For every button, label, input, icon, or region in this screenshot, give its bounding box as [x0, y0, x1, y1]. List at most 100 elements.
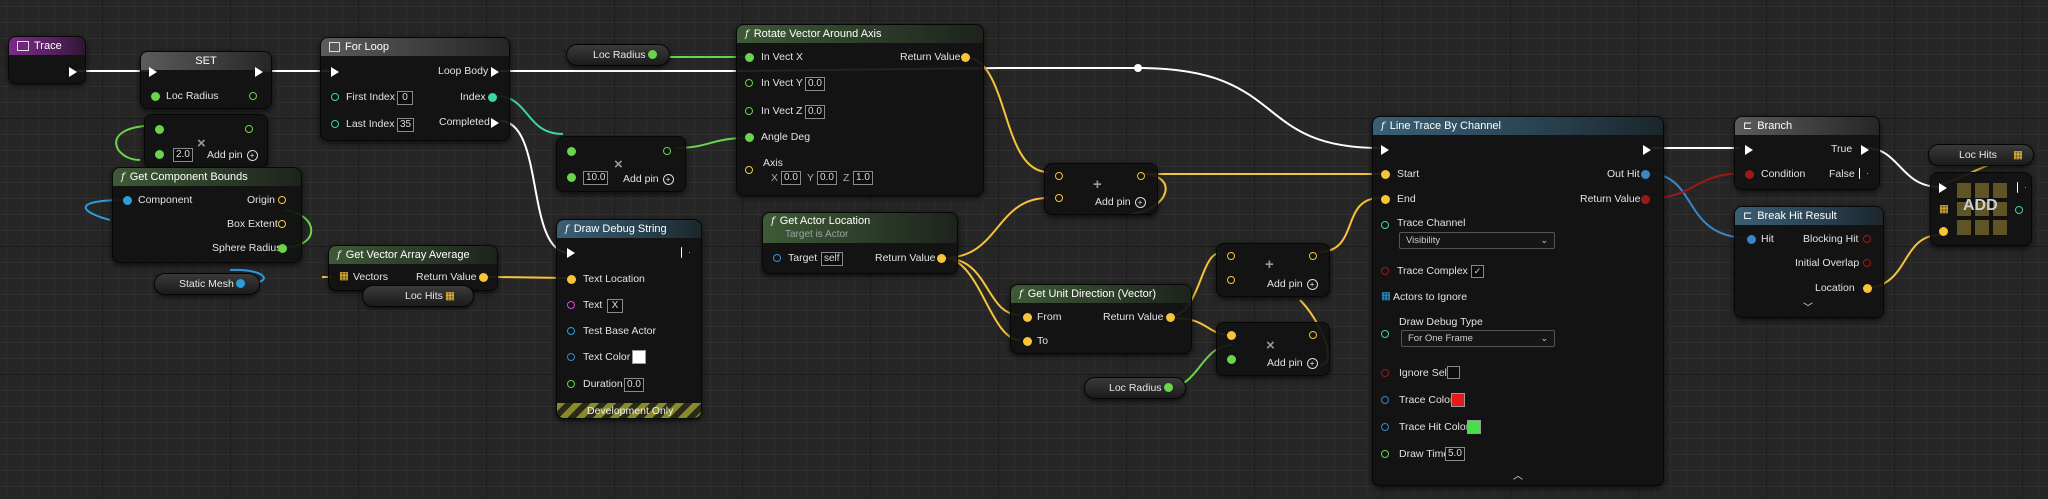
draw-debug-string-node[interactable]: f Draw Debug String Text Location Text X …: [556, 219, 702, 419]
multiply-in-a-pin[interactable]: [155, 125, 164, 134]
vector-average-out-pin[interactable]: [479, 273, 488, 282]
add2-out-pin[interactable]: [1309, 252, 1317, 260]
draw-debug-type-dropdown[interactable]: For One Frame ⌄: [1401, 330, 1555, 347]
axis-pin[interactable]: [745, 166, 753, 174]
loc-hits-var-node-2[interactable]: Loc Hits ▦: [1928, 144, 2034, 166]
add-vector-node-1[interactable]: + Add pin +: [1044, 163, 1158, 215]
in-vect-z-pin[interactable]: [745, 107, 753, 115]
expand-arrow-icon[interactable]: ﹀: [1803, 299, 1813, 314]
sphere-radius-out-pin[interactable]: [278, 244, 287, 253]
array-out-pin-2[interactable]: ▦: [2013, 149, 2023, 161]
end-in-pin[interactable]: [1381, 195, 1390, 204]
draw-time-pin[interactable]: [1381, 450, 1389, 458]
draw-time-field[interactable]: 5.0: [1445, 447, 1465, 461]
loop-body-out-pin[interactable]: [491, 67, 499, 77]
trace-channel-pin[interactable]: [1381, 221, 1389, 229]
first-index-in-pin[interactable]: [331, 93, 339, 101]
static-mesh-var-node[interactable]: Static Mesh: [154, 273, 260, 295]
initial-overlap-pin[interactable]: [1863, 259, 1871, 267]
set-exec-in-pin[interactable]: [149, 67, 157, 77]
in-vect-y-field[interactable]: 0.0: [805, 77, 825, 91]
trace-hit-color-swatch[interactable]: [1467, 420, 1481, 434]
last-index-in-pin[interactable]: [331, 120, 339, 128]
text-location-in-pin[interactable]: [567, 275, 576, 284]
add-pin-button[interactable]: Add pin +: [1267, 357, 1318, 369]
loc-radius-var-node-1[interactable]: Loc Radius: [566, 44, 670, 66]
multiply2-out-pin[interactable]: [663, 147, 671, 155]
first-index-field[interactable]: 0: [397, 91, 413, 105]
array-out-pin-1[interactable]: ▦: [445, 290, 455, 302]
axis-y-field[interactable]: 0.0: [817, 171, 837, 185]
add2-in-a-pin[interactable]: [1227, 252, 1235, 260]
add-pin-button[interactable]: Add pin +: [207, 149, 258, 161]
base-actor-in-pin[interactable]: [567, 327, 575, 335]
ignore-self-pin[interactable]: [1381, 369, 1389, 377]
line-trace-exec-out-pin[interactable]: [1643, 145, 1651, 155]
actors-ignore-array-pin[interactable]: ▦: [1381, 290, 1391, 302]
multiply2-value-field[interactable]: 10.0: [583, 171, 609, 185]
branch-node[interactable]: ⊏ Branch True Condition False: [1734, 116, 1880, 190]
rotate-return-pin[interactable]: [961, 53, 970, 62]
loc-radius-out-pin-1[interactable]: [648, 50, 657, 59]
new-item-in-pin[interactable]: [1939, 227, 1948, 236]
text-color-swatch[interactable]: [632, 350, 646, 364]
set-loc-radius-node[interactable]: SET Loc Radius: [140, 51, 272, 109]
multiply-out-pin[interactable]: [245, 125, 253, 133]
trace-event-node[interactable]: Trace: [8, 36, 86, 84]
loc-hits-var-node-1[interactable]: Loc Hits ▦: [362, 285, 474, 307]
add-vector-node-2[interactable]: + Add pin +: [1216, 243, 1330, 297]
array-add-exec-out-pin[interactable]: [2017, 182, 2026, 193]
target-field[interactable]: self: [821, 252, 843, 266]
target-in-pin[interactable]: [773, 254, 781, 262]
to-in-pin[interactable]: [1023, 337, 1032, 346]
in-vect-z-field[interactable]: 0.0: [805, 105, 825, 119]
last-index-field[interactable]: 35: [397, 118, 415, 132]
multiply3-out-pin[interactable]: [1309, 331, 1317, 339]
component-in-pin[interactable]: [123, 196, 132, 205]
true-out-pin[interactable]: [1861, 145, 1869, 155]
set-value-out-pin[interactable]: [249, 92, 257, 100]
get-actor-location-node[interactable]: f Get Actor Location Target is Actor Targ…: [762, 212, 958, 274]
index-out-pin[interactable]: [488, 93, 497, 102]
rotate-vector-around-axis-node[interactable]: f Rotate Vector Around Axis In Vect X Ret…: [736, 24, 984, 196]
set-exec-out-pin[interactable]: [255, 67, 263, 77]
multiply3-in-b-pin[interactable]: [1227, 355, 1236, 364]
hit-in-pin[interactable]: [1747, 235, 1756, 244]
trace-color-swatch[interactable]: [1451, 393, 1465, 407]
array-add-exec-in-pin[interactable]: [1939, 183, 1947, 193]
add-pin-button[interactable]: Add pin +: [623, 173, 674, 185]
vectors-array-in-pin[interactable]: ▦: [339, 270, 349, 282]
text-in-pin[interactable]: [567, 301, 575, 309]
target-array-in-pin[interactable]: ▦: [1939, 203, 1949, 215]
for-loop-exec-in-pin[interactable]: [331, 67, 339, 77]
get-unit-direction-node[interactable]: f Get Unit Direction (Vector) From Return…: [1010, 284, 1192, 354]
array-add-out-pin[interactable]: [2015, 206, 2023, 214]
trace-complex-pin[interactable]: [1381, 267, 1389, 275]
multiply-node-2[interactable]: × 10.0 Add pin +: [556, 136, 686, 192]
draw-debug-type-pin[interactable]: [1381, 330, 1389, 338]
add1-in-b-pin[interactable]: [1055, 194, 1063, 202]
trace-hit-color-pin[interactable]: [1381, 423, 1389, 431]
add-pin-button[interactable]: Add pin +: [1095, 196, 1146, 208]
get-component-bounds-node[interactable]: f Get Component Bounds Component Origin B…: [112, 167, 302, 263]
text-field[interactable]: X: [607, 299, 623, 313]
ignore-self-checkbox[interactable]: [1447, 366, 1460, 379]
in-vect-y-pin[interactable]: [745, 79, 753, 87]
false-out-pin[interactable]: [1859, 168, 1868, 179]
text-color-in-pin[interactable]: [567, 353, 575, 361]
multiply-node-1[interactable]: × 2.0 Add pin +: [144, 114, 268, 168]
angle-deg-pin[interactable]: [745, 133, 754, 142]
collapse-arrow-icon[interactable]: ︿: [1513, 467, 1523, 482]
completed-out-pin[interactable]: [491, 118, 499, 128]
trace-color-pin[interactable]: [1381, 396, 1389, 404]
line-trace-by-channel-node[interactable]: f Line Trace By Channel Start Out Hit End…: [1372, 116, 1664, 486]
box-extent-out-pin[interactable]: [278, 220, 286, 228]
start-in-pin[interactable]: [1381, 170, 1390, 179]
line-trace-return-pin[interactable]: [1641, 195, 1650, 204]
for-loop-node[interactable]: For Loop Loop Body First Index 0 Index L…: [320, 37, 510, 141]
debug-exec-in-pin[interactable]: [567, 248, 575, 258]
trace-complex-checkbox[interactable]: ✓: [1471, 265, 1484, 278]
trace-channel-dropdown[interactable]: Visibility ⌄: [1399, 232, 1555, 249]
add1-in-a-pin[interactable]: [1055, 172, 1063, 180]
from-in-pin[interactable]: [1023, 313, 1032, 322]
